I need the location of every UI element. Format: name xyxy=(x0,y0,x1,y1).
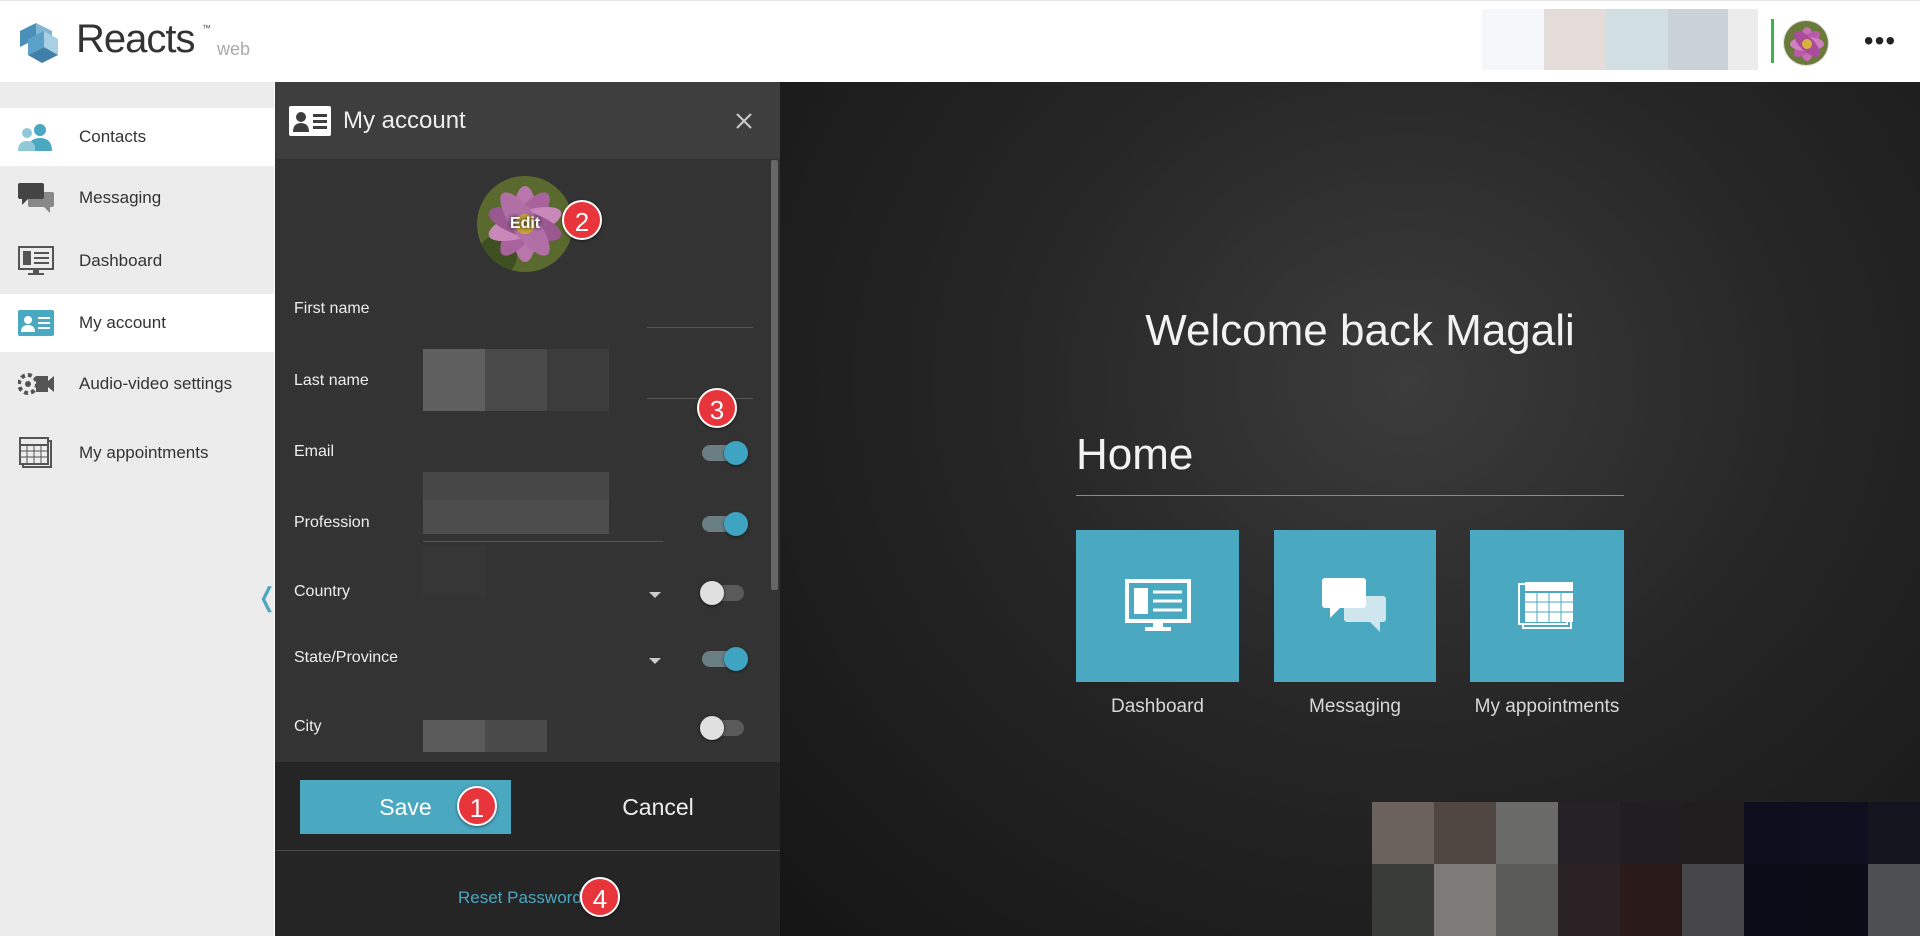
home-title-underline xyxy=(1076,495,1624,496)
sidebar: Contacts Messaging Dashboard My account … xyxy=(0,82,278,936)
my-account-panel: My account Edit 2 First name Last name 3… xyxy=(275,82,780,936)
home-title: Home xyxy=(1076,430,1194,479)
header-blurred-block xyxy=(1606,9,1668,70)
video-preview-blurred xyxy=(1372,802,1920,936)
calendar-icon xyxy=(1518,582,1573,629)
field-label-country: Country xyxy=(294,583,351,600)
user-avatar[interactable] xyxy=(1783,20,1829,66)
presence-status-bar xyxy=(1771,19,1774,63)
sidebar-item-label: My appointments xyxy=(79,443,209,462)
tile-dashboard[interactable] xyxy=(1076,530,1239,682)
sidebar-item-label: Dashboard xyxy=(79,251,163,270)
annotation-badge-reset: 4 xyxy=(580,877,620,917)
first-name-input[interactable] xyxy=(647,327,753,328)
tile-messaging[interactable] xyxy=(1274,530,1436,682)
city-value-blurred xyxy=(423,720,485,752)
sidebar-item-label: Messaging xyxy=(79,188,162,207)
email-visibility-toggle[interactable] xyxy=(702,441,748,465)
field-label-last-name: Last name xyxy=(294,372,369,389)
field-label-first-name: First name xyxy=(294,300,370,317)
home-main-area: Welcome back Magali Home Dashboard Messa… xyxy=(780,82,1920,936)
profile-avatar[interactable]: Edit xyxy=(477,176,573,272)
profession-input[interactable] xyxy=(423,541,663,542)
last-name-value-blurred xyxy=(423,349,485,411)
profession-visibility-toggle[interactable] xyxy=(702,512,748,536)
sidebar-item-contacts[interactable]: Contacts xyxy=(0,108,274,166)
sidebar-item-label: My account xyxy=(79,313,166,332)
account-card-icon xyxy=(16,303,56,343)
account-card-icon xyxy=(289,106,331,136)
sidebar-item-audio-video-settings[interactable]: Audio-video settings xyxy=(0,355,274,413)
field-label-city: City xyxy=(294,718,322,735)
header-blurred-block xyxy=(1728,9,1758,70)
sidebar-item-dashboard[interactable]: Dashboard xyxy=(0,232,274,290)
messaging-icon xyxy=(16,178,56,218)
field-label-state-province: State/Province xyxy=(294,649,399,666)
messaging-icon xyxy=(1322,578,1386,632)
calendar-icon xyxy=(16,433,56,473)
field-label-profession: Profession xyxy=(294,514,370,531)
country-dropdown-caret[interactable] xyxy=(649,592,661,598)
city-value-blurred xyxy=(485,720,547,752)
state-visibility-toggle[interactable] xyxy=(702,647,748,671)
sidebar-item-my-appointments[interactable]: My appointments xyxy=(0,424,274,482)
panel-title: My account xyxy=(343,107,466,134)
app-subtitle: web xyxy=(217,39,251,59)
cancel-button[interactable]: Cancel xyxy=(593,780,723,834)
email-value-blurred xyxy=(423,472,609,500)
flower-avatar-icon xyxy=(1784,21,1828,65)
header-blurred-block xyxy=(1544,9,1606,70)
sidebar-item-label: Contacts xyxy=(79,127,147,146)
state-dropdown-caret[interactable] xyxy=(649,658,661,664)
city-visibility-toggle[interactable] xyxy=(700,716,748,740)
profession-value-blurred xyxy=(423,500,609,534)
tile-my-appointments-label: My appointments xyxy=(1474,696,1620,717)
more-menu-button[interactable]: ••• xyxy=(1860,27,1900,55)
header-blurred-block xyxy=(1482,9,1544,70)
annotation-badge-toggles: 3 xyxy=(697,388,737,428)
camera-settings-icon xyxy=(16,364,56,404)
app-name: Reacts xyxy=(76,17,195,61)
footer-divider xyxy=(275,850,780,851)
panel-header: My account xyxy=(275,82,780,159)
welcome-heading: Welcome back Magali xyxy=(1145,306,1575,355)
reacts-logo-icon xyxy=(20,23,58,63)
tile-messaging-label: Messaging xyxy=(1309,696,1401,717)
last-name-value-blurred xyxy=(485,349,547,411)
reset-password-link[interactable]: Reset Password xyxy=(458,888,582,908)
last-name-value-blurred xyxy=(547,349,609,411)
tile-dashboard-label: Dashboard xyxy=(1111,696,1204,717)
field-label-email: Email xyxy=(294,443,335,460)
header-blurred-block xyxy=(1668,9,1728,70)
country-visibility-toggle[interactable] xyxy=(700,581,748,605)
sidebar-item-label: Audio-video settings xyxy=(79,374,233,393)
avatar-edit-label[interactable]: Edit xyxy=(477,176,573,272)
panel-scrollbar[interactable] xyxy=(771,160,778,590)
annotation-badge-edit: 2 xyxy=(562,200,602,240)
trademark-mark: ™ xyxy=(202,23,211,33)
dashboard-icon xyxy=(16,241,56,281)
sidebar-item-my-account[interactable]: My account xyxy=(0,294,274,352)
country-value-blurred xyxy=(423,546,485,596)
dashboard-icon xyxy=(1124,579,1191,631)
sidebar-item-messaging[interactable]: Messaging xyxy=(0,169,274,227)
annotation-badge-save: 1 xyxy=(457,786,497,826)
close-icon[interactable] xyxy=(727,104,761,138)
tile-my-appointments[interactable] xyxy=(1470,530,1624,682)
top-header: Reacts ™ web ••• xyxy=(0,0,1920,82)
contacts-icon xyxy=(16,117,56,157)
